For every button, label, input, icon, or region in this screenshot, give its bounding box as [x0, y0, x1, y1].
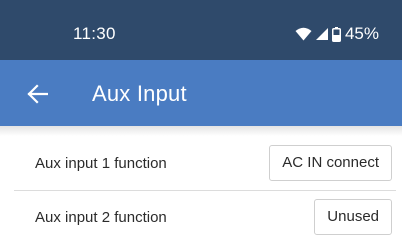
status-icons: 45%	[295, 24, 379, 44]
battery-percent: 45%	[344, 24, 379, 43]
status-bar: 11:30 45%	[0, 0, 402, 60]
aux-input-2-function-button[interactable]: Unused	[314, 199, 392, 235]
aux-input-1-function-button[interactable]: AC IN connect	[269, 145, 392, 181]
status-time: 11:30	[73, 24, 116, 43]
setting-row-aux-input-2: Aux input 2 function Unused	[14, 194, 396, 242]
setting-row-aux-input-1: Aux input 1 function AC IN connect	[14, 140, 396, 188]
cellular-signal-icon	[315, 28, 328, 40]
wifi-icon	[295, 27, 312, 41]
row-divider	[14, 190, 396, 191]
setting-label-aux-input-1: Aux input 1 function	[35, 155, 167, 172]
arrow-left-icon[interactable]	[26, 83, 48, 105]
page-title: Aux Input	[92, 81, 187, 106]
setting-label-aux-input-2: Aux input 2 function	[35, 209, 167, 226]
app-bar: Aux Input	[0, 60, 402, 126]
battery-icon	[331, 26, 341, 42]
app-bar-shadow	[0, 126, 402, 136]
